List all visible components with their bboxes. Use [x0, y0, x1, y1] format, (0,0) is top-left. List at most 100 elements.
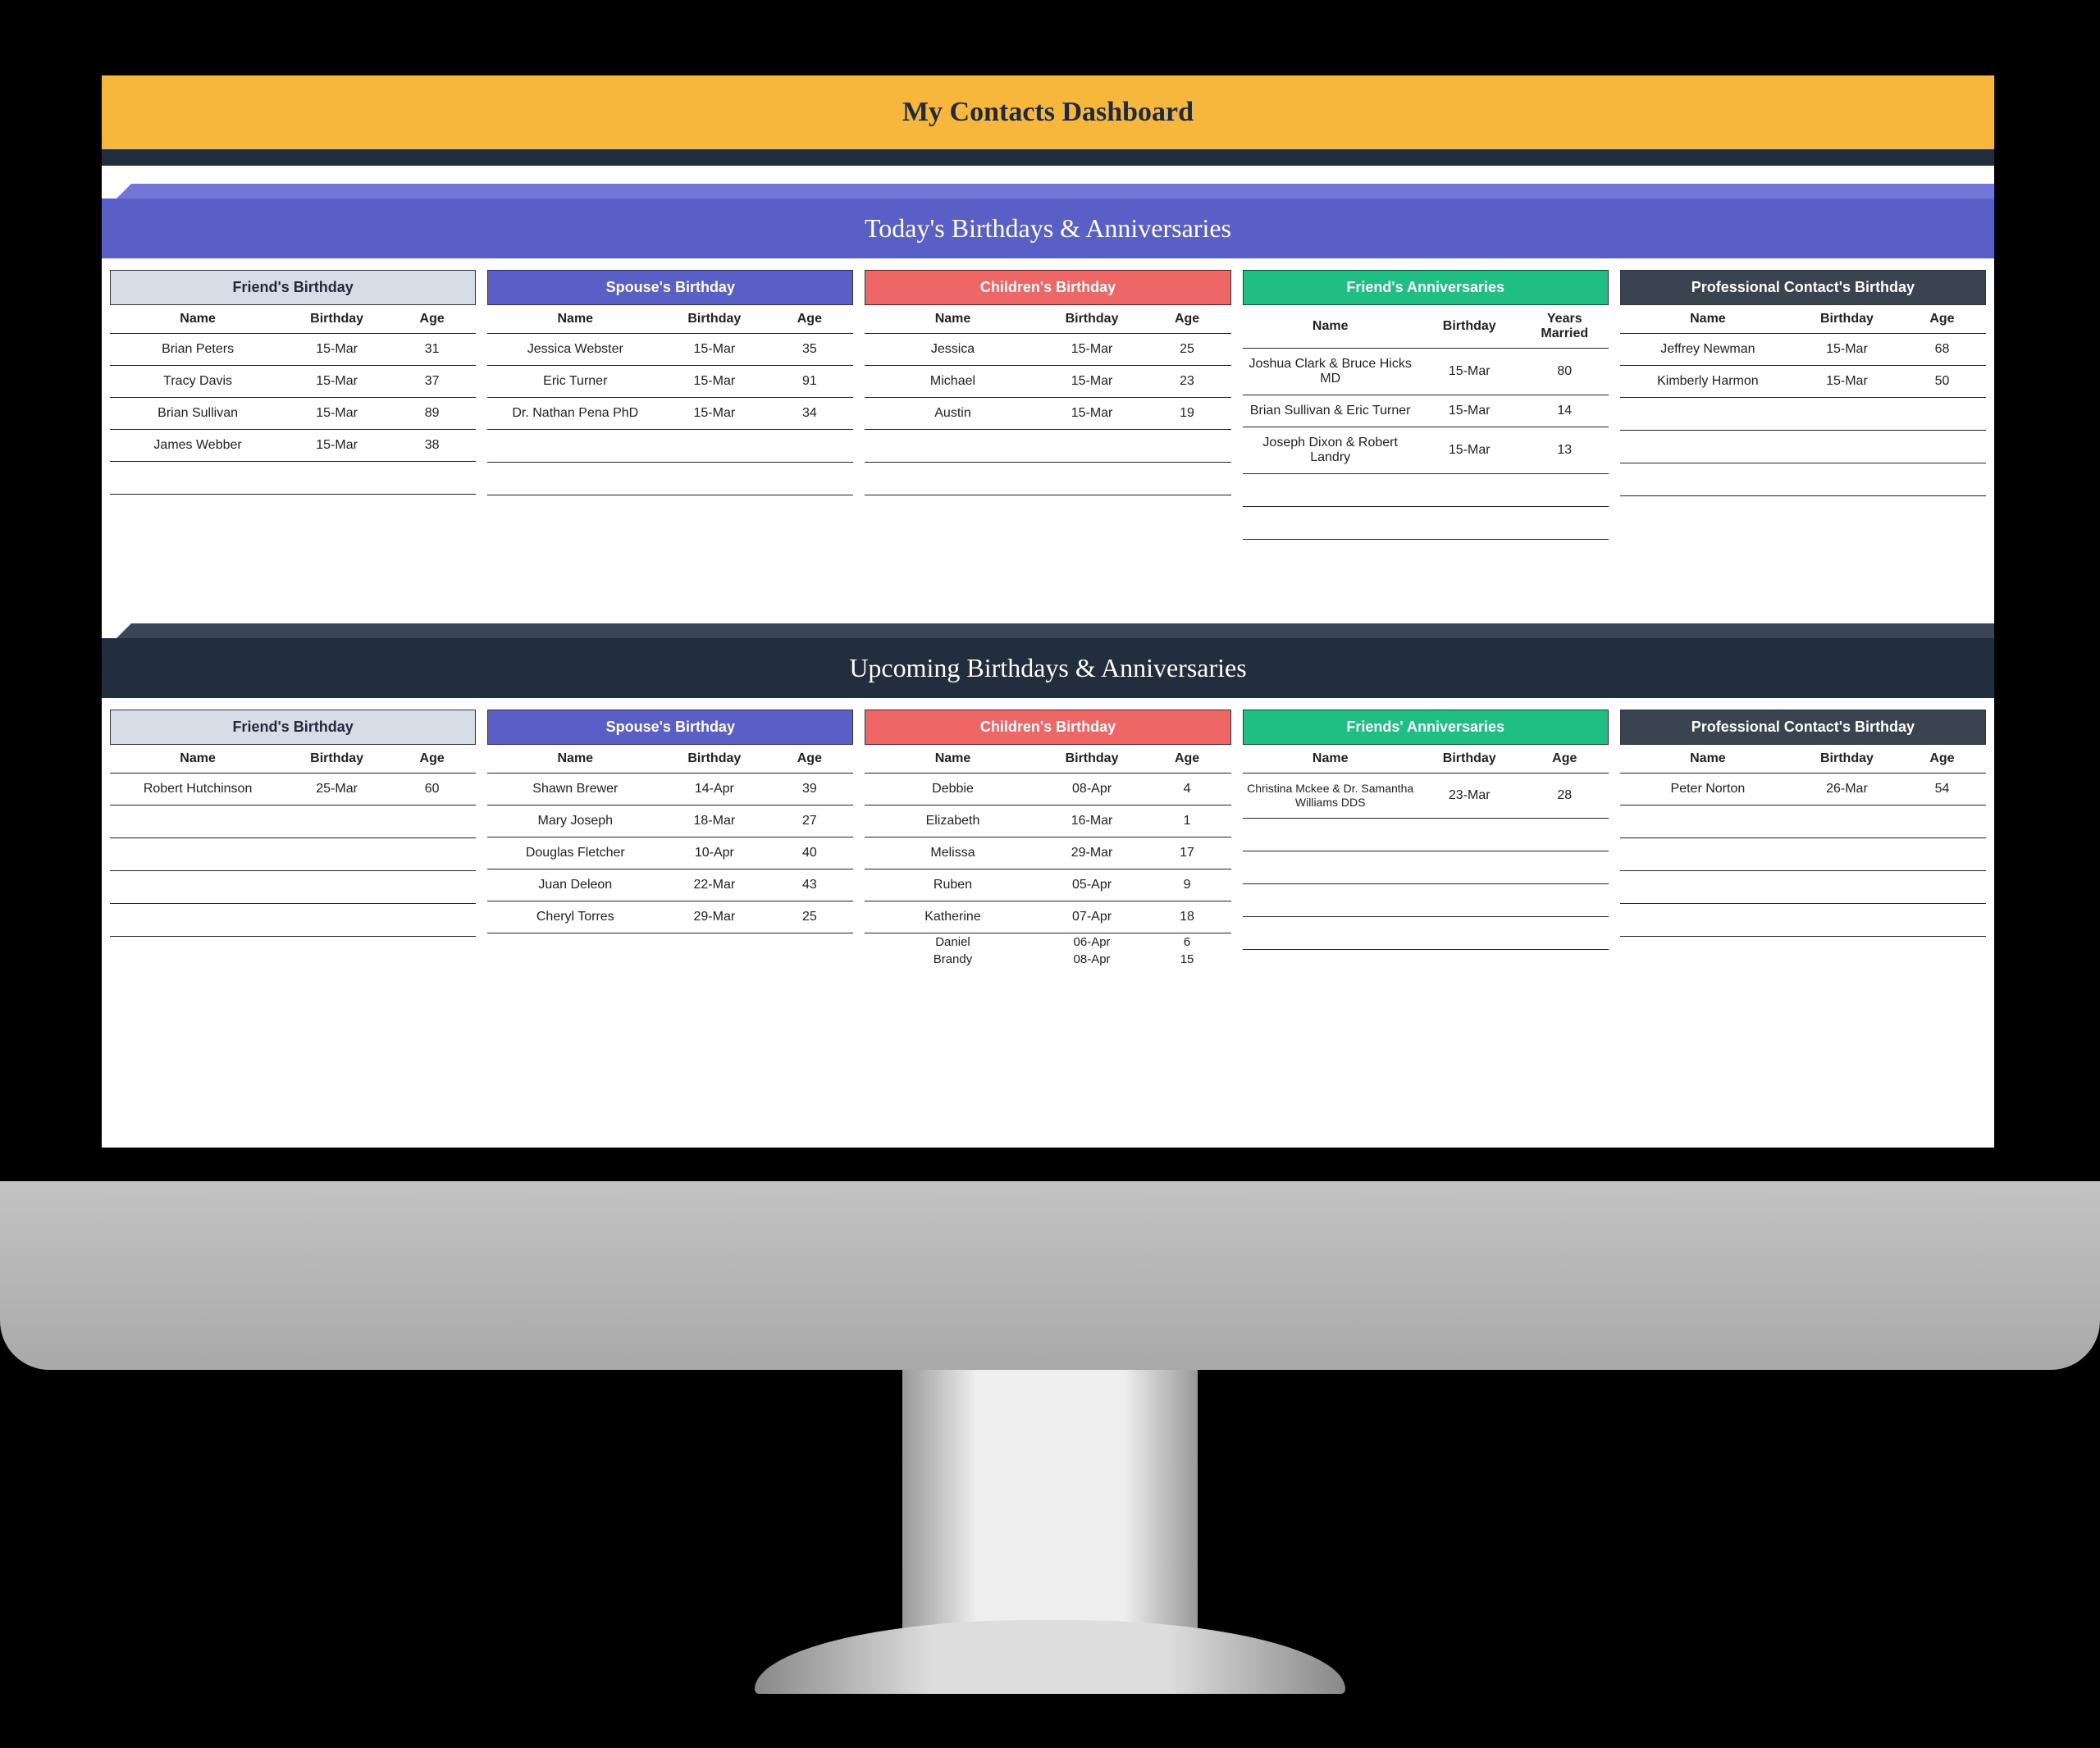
table-row: Katherine07-Apr18 — [865, 901, 1230, 933]
cell-date: 15-Mar — [1796, 366, 1898, 398]
table-row: Brandy08-Apr15 — [865, 951, 1230, 968]
table-row: Michael15-Mar23 — [865, 366, 1230, 398]
panel-header: Spouse's Birthday — [487, 710, 853, 745]
cell-date: 18-Mar — [663, 806, 765, 837]
table-row-empty — [1620, 904, 1986, 937]
cell-value: 14 — [1521, 395, 1609, 427]
panel-header: Professional Contact's Birthday — [1620, 710, 1986, 745]
cell-date: 23-Mar — [1418, 774, 1521, 819]
panel-header: Friend's Birthday — [110, 270, 476, 305]
table-anniv-upcoming: NameBirthdayAge Christina Mckee & Dr. Sa… — [1243, 745, 1609, 950]
panel-friend-upcoming: Friend's Birthday NameBirthdayAge Robert… — [110, 710, 476, 968]
table-row: Juan Deleon22-Mar43 — [487, 869, 853, 901]
cell-name: Jessica — [865, 334, 1040, 366]
cell-value: 27 — [765, 806, 853, 837]
panel-header: Children's Birthday — [865, 270, 1230, 305]
panel-friend-today: Friend's Birthday NameBirthdayAge Brian … — [110, 270, 476, 540]
cell-value: 89 — [388, 398, 476, 430]
cell-date: 10-Apr — [663, 837, 765, 869]
cell-value: 43 — [765, 869, 853, 901]
table-row: Elizabeth16-Mar1 — [865, 806, 1230, 837]
table-spouse-today: NameBirthdayAge Jessica Webster15-Mar35E… — [487, 305, 853, 495]
table-row: Daniel06-Apr6 — [865, 933, 1230, 952]
table-row: Brian Sullivan & Eric Turner15-Mar14 — [1243, 395, 1609, 427]
panel-spouse-today: Spouse's Birthday NameBirthdayAge Jessic… — [487, 270, 853, 540]
monitor-foot — [755, 1620, 1345, 1694]
cell-date: 05-Apr — [1041, 869, 1144, 901]
table-row-empty — [110, 838, 476, 871]
cell-value: 60 — [388, 774, 476, 806]
table-row-empty — [865, 430, 1230, 463]
cell-name: Brian Sullivan & Eric Turner — [1243, 395, 1418, 427]
cell-value: 34 — [765, 398, 853, 430]
table-row: Cheryl Torres29-Mar25 — [487, 901, 853, 933]
cell-value: 68 — [1898, 334, 1986, 366]
table-row: Jeffrey Newman15-Mar68 — [1620, 334, 1986, 366]
cell-name: Mary Joseph — [487, 806, 663, 837]
cell-date: 15-Mar — [1796, 334, 1898, 366]
cell-date: 15-Mar — [1041, 398, 1144, 430]
cell-value: 91 — [765, 366, 853, 398]
cell-date: 14-Apr — [663, 774, 765, 806]
cell-value: 35 — [765, 334, 853, 366]
table-row: Brian Sullivan15-Mar89 — [110, 398, 476, 430]
table-row: Christina Mckee & Dr. Samantha Williams … — [1243, 774, 1609, 819]
section-upcoming-header: Upcoming Birthdays & Anniversaries — [102, 638, 1994, 698]
cell-name: Juan Deleon — [487, 869, 663, 901]
cell-name: Kimberly Harmon — [1620, 366, 1796, 398]
table-row-empty — [1620, 398, 1986, 431]
table-row-empty — [1243, 474, 1609, 507]
cell-date: 08-Apr — [1041, 951, 1144, 968]
cell-name: Brian Sullivan — [110, 398, 285, 430]
table-row: Melissa29-Mar17 — [865, 837, 1230, 869]
panel-anniv-today: Friend's Anniversaries NameBirthdayYears… — [1243, 270, 1609, 540]
table-friend-upcoming: NameBirthdayAge Robert Hutchinson25-Mar6… — [110, 745, 476, 937]
panel-header: Spouse's Birthday — [487, 270, 853, 305]
table-spouse-upcoming: NameBirthdayAge Shawn Brewer14-Apr39Mary… — [487, 745, 853, 933]
panel-header: Friend's Anniversaries — [1243, 270, 1609, 305]
table-anniv-today: NameBirthdayYears Married Joshua Clark &… — [1243, 305, 1609, 540]
cell-value: 13 — [1521, 427, 1609, 474]
table-row-empty — [1243, 883, 1609, 916]
cell-value: 23 — [1144, 366, 1231, 398]
cell-date: 15-Mar — [1418, 427, 1521, 474]
table-row: Joshua Clark & Bruce Hicks MD15-Mar80 — [1243, 349, 1609, 395]
panel-anniv-upcoming: Friends' Anniversaries NameBirthdayAge C… — [1243, 710, 1609, 968]
table-row: Dr. Nathan Pena PhD15-Mar34 — [487, 398, 853, 430]
cell-name: Tracy Davis — [110, 366, 285, 398]
cell-date: 15-Mar — [1418, 395, 1521, 427]
monitor-neck — [902, 1370, 1198, 1632]
cell-name: Jessica Webster — [487, 334, 663, 366]
cell-date: 15-Mar — [1041, 334, 1144, 366]
table-prof-upcoming: NameBirthdayAge Peter Norton26-Mar54 — [1620, 745, 1986, 937]
cell-date: 15-Mar — [663, 366, 765, 398]
table-row-empty — [1243, 851, 1609, 883]
panel-header: Children's Birthday — [865, 710, 1230, 745]
cell-value: 25 — [1144, 334, 1231, 366]
cell-name: Douglas Fletcher — [487, 837, 663, 869]
panel-prof-today: Professional Contact's Birthday NameBirt… — [1620, 270, 1986, 540]
dashboard: My Contacts Dashboard Today's Birthdays … — [102, 75, 1994, 1148]
cell-value: 19 — [1144, 398, 1231, 430]
table-row: Robert Hutchinson25-Mar60 — [110, 774, 476, 806]
cell-name: Dr. Nathan Pena PhD — [487, 398, 663, 430]
cell-name: Peter Norton — [1620, 774, 1796, 806]
cell-name: Joshua Clark & Bruce Hicks MD — [1243, 349, 1418, 395]
cell-value: 28 — [1521, 774, 1609, 819]
panel-children-today: Children's Birthday NameBirthdayAge Jess… — [865, 270, 1230, 540]
cell-date: 08-Apr — [1041, 774, 1144, 806]
table-row: Tracy Davis15-Mar37 — [110, 366, 476, 398]
cell-name: Ruben — [865, 869, 1040, 901]
cell-value: 80 — [1521, 349, 1609, 395]
table-children-today: NameBirthdayAge Jessica15-Mar25Michael15… — [865, 305, 1230, 495]
panel-prof-upcoming: Professional Contact's Birthday NameBirt… — [1620, 710, 1986, 968]
table-row: Eric Turner15-Mar91 — [487, 366, 853, 398]
table-row-empty — [110, 462, 476, 495]
cell-date: 26-Mar — [1796, 774, 1898, 806]
cell-name: Shawn Brewer — [487, 774, 663, 806]
table-row: Joseph Dixon & Robert Landry15-Mar13 — [1243, 427, 1609, 474]
cell-date: 15-Mar — [663, 334, 765, 366]
table-row-empty — [1620, 838, 1986, 871]
cell-name: Michael — [865, 366, 1040, 398]
today-panels: Friend's Birthday NameBirthdayAge Brian … — [102, 258, 1994, 540]
